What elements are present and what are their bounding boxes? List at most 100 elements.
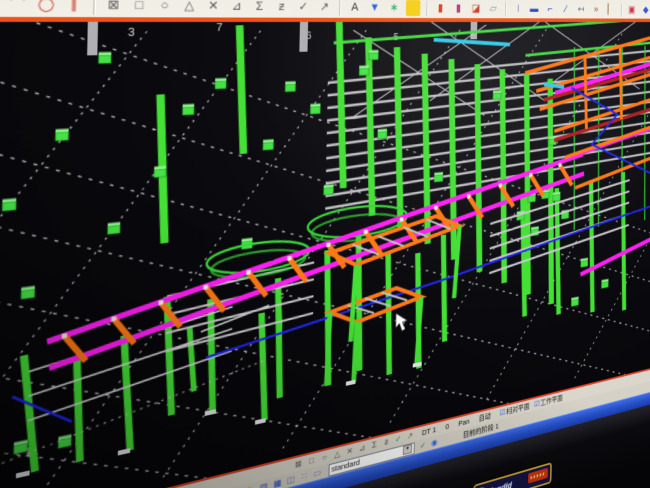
pin-red-icon[interactable]: ▮ bbox=[433, 0, 447, 16]
select-filter-icon[interactable]: ▥ bbox=[258, 479, 270, 488]
snap-cross-icon[interactable]: ✕ bbox=[204, 0, 222, 15]
green-baseplate[interactable] bbox=[378, 131, 387, 139]
green-baseplate[interactable] bbox=[215, 81, 226, 89]
green-baseplate[interactable] bbox=[493, 93, 501, 100]
green-column[interactable] bbox=[75, 358, 82, 463]
green-baseplate[interactable] bbox=[369, 50, 378, 53]
green-baseplate[interactable] bbox=[21, 289, 35, 299]
green-baseplate[interactable] bbox=[359, 65, 369, 68]
pin-magenta-icon[interactable]: ▮ bbox=[451, 1, 465, 17]
green-baseplate[interactable] bbox=[2, 201, 16, 211]
green-top-beams[interactable] bbox=[333, 22, 650, 60]
item-icon[interactable]: ▏ bbox=[605, 3, 616, 17]
green-baseplate[interactable] bbox=[359, 68, 369, 75]
chevron-down-icon[interactable]: ▾ bbox=[403, 444, 412, 455]
snap-sigma-icon[interactable]: Σ bbox=[251, 0, 268, 15]
orange-tie-beam[interactable] bbox=[499, 183, 502, 187]
create-curved-beam-icon[interactable]: ∕ bbox=[560, 2, 572, 17]
create-column-icon[interactable]: I bbox=[511, 1, 524, 16]
checkbox-icon[interactable]: ☑ bbox=[534, 399, 540, 409]
orange-tie-beam[interactable] bbox=[203, 285, 208, 290]
sketch-hatch-icon[interactable]: ∥ bbox=[63, 0, 84, 15]
green-baseplate[interactable] bbox=[285, 81, 295, 84]
snap-origin-icon[interactable]: ⊠ bbox=[103, 0, 123, 15]
snap-zigzag-icon[interactable]: ƶ bbox=[273, 0, 290, 16]
green-baseplate[interactable] bbox=[601, 281, 608, 288]
grid-label[interactable]: 3 bbox=[128, 26, 135, 39]
snap-arrow-icon[interactable]: ↗ bbox=[316, 0, 332, 16]
orange-tie-beam[interactable] bbox=[246, 270, 250, 275]
green-baseplate[interactable] bbox=[215, 78, 226, 81]
green-column[interactable] bbox=[421, 54, 432, 245]
green-baseplate[interactable] bbox=[183, 104, 195, 107]
snap-perpendicular-icon[interactable]: ⊿ bbox=[228, 0, 246, 15]
green-column[interactable] bbox=[473, 64, 484, 273]
green-column[interactable] bbox=[276, 278, 283, 399]
green-baseplate[interactable] bbox=[55, 132, 68, 141]
green-baseplate[interactable] bbox=[99, 52, 112, 55]
green-baseplate[interactable] bbox=[581, 260, 588, 267]
sketch-circle-icon[interactable]: ◯ bbox=[35, 0, 57, 15]
detail-icon[interactable]: ◆ bbox=[640, 3, 650, 17]
component-icon[interactable]: ▣ bbox=[626, 3, 637, 17]
gray-stub-column[interactable] bbox=[299, 22, 308, 52]
select-objects-icon[interactable]: ▦ bbox=[272, 476, 284, 488]
snap-circle-icon[interactable]: ○ bbox=[155, 0, 174, 15]
orange-tie-beam[interactable] bbox=[287, 256, 291, 261]
gray-stub-columns[interactable] bbox=[87, 22, 478, 56]
green-column[interactable] bbox=[122, 334, 133, 452]
checkbox-icon[interactable]: ☑ bbox=[500, 408, 506, 418]
sketch-arc-icon[interactable]: ⌒ bbox=[6, 0, 28, 15]
snap-any-icon[interactable]: □ bbox=[130, 0, 150, 15]
orange-tie-beam[interactable] bbox=[467, 194, 470, 198]
orange-tie-beam[interactable] bbox=[558, 163, 561, 167]
orange-tie-beam[interactable] bbox=[111, 316, 116, 321]
green-baseplate[interactable] bbox=[528, 195, 536, 202]
orange-tie-beam[interactable] bbox=[400, 217, 404, 221]
green-column[interactable] bbox=[259, 312, 267, 421]
green-baseplate[interactable] bbox=[285, 84, 295, 92]
green-baseplate[interactable] bbox=[493, 90, 501, 93]
green-baseplate[interactable] bbox=[553, 194, 561, 201]
green-column[interactable] bbox=[588, 179, 595, 313]
green-baseplate[interactable] bbox=[98, 55, 111, 64]
snap-settings-icon[interactable]: ∗ bbox=[387, 0, 402, 16]
undo-arc-icon[interactable]: ↷ bbox=[244, 483, 256, 488]
filter-icon[interactable]: ▼ bbox=[367, 0, 382, 16]
grid-label[interactable]: 7 bbox=[216, 22, 223, 34]
create-polybeam-icon[interactable]: ⌐ bbox=[544, 2, 556, 17]
orange-tie-beam[interactable] bbox=[434, 206, 438, 210]
green-column[interactable] bbox=[188, 326, 195, 392]
forward-icon[interactable]: » bbox=[590, 2, 602, 16]
tank-rings[interactable] bbox=[206, 202, 407, 283]
snap-triangle-icon[interactable]: △ bbox=[180, 0, 199, 15]
green-baseplate[interactable] bbox=[154, 169, 166, 178]
green-column[interactable] bbox=[441, 234, 447, 342]
orange-tie-beam[interactable] bbox=[326, 242, 330, 247]
construction-grid-line[interactable] bbox=[163, 28, 461, 477]
orange-tie-beam[interactable] bbox=[529, 173, 532, 177]
green-baseplate[interactable] bbox=[434, 174, 443, 182]
view-page-icon[interactable]: ▱ bbox=[487, 1, 500, 16]
clip-plane-icon[interactable]: ◪ bbox=[469, 1, 483, 16]
green-baseplate[interactable] bbox=[310, 106, 320, 114]
binoculars-icon[interactable]: A bbox=[347, 0, 363, 16]
work-plane-icon[interactable] bbox=[406, 0, 421, 16]
green-baseplate[interactable] bbox=[369, 53, 379, 60]
green-baseplate[interactable] bbox=[310, 104, 320, 107]
green-baseplate[interactable] bbox=[324, 187, 334, 195]
green-baseplate[interactable] bbox=[263, 142, 274, 150]
create-beam-icon[interactable]: ▬ bbox=[528, 2, 541, 17]
create-twin-beam-icon[interactable]: ↤ bbox=[575, 2, 587, 16]
snap-check-icon[interactable]: ✓ bbox=[295, 0, 312, 16]
orange-tie-beam[interactable] bbox=[62, 333, 67, 339]
green-baseplate[interactable] bbox=[107, 225, 120, 235]
green-column[interactable] bbox=[386, 252, 392, 376]
green-baseplate[interactable] bbox=[182, 107, 194, 115]
orange-tie-beam[interactable] bbox=[158, 300, 163, 305]
green-column[interactable] bbox=[237, 25, 246, 154]
orange-tie-beam[interactable] bbox=[364, 230, 368, 235]
gray-stub-column[interactable] bbox=[87, 22, 98, 56]
mid-mini-rack[interactable] bbox=[166, 296, 313, 333]
thin-green-column[interactable] bbox=[571, 47, 578, 230]
